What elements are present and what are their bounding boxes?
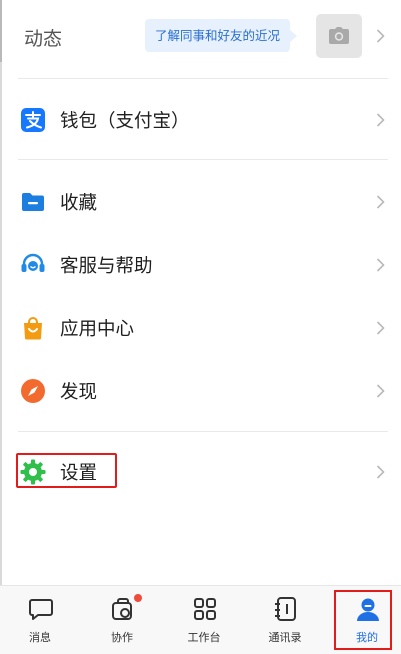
nav-label-workbench: 工作台 — [187, 631, 221, 644]
settings-highlight-box — [16, 453, 117, 488]
menu-label-customer-service: 客服与帮助 — [60, 256, 153, 277]
menu-item-favorites[interactable]: 收藏 — [0, 174, 401, 230]
chevron-right-icon — [376, 258, 385, 272]
folder-icon — [22, 193, 44, 211]
compass-icon — [21, 379, 45, 403]
nav-label-contacts: 通讯录 — [268, 631, 302, 644]
chevron-right-icon — [376, 29, 385, 43]
nav-tab-workbench[interactable]: 工作台 — [164, 586, 244, 654]
menu-item-customer-service[interactable]: 客服与帮助 — [0, 237, 401, 293]
menu-item-wallet[interactable]: 钱包（支付宝） — [0, 92, 401, 148]
chevron-right-icon — [376, 195, 385, 209]
camera-thumbnail[interactable] — [316, 14, 362, 58]
grid-icon — [194, 598, 216, 620]
headset-icon — [21, 253, 45, 272]
divider — [18, 431, 388, 432]
chevron-right-icon — [376, 113, 385, 127]
nav-label-messages: 消息 — [29, 631, 51, 644]
camera-icon — [329, 27, 349, 44]
nav-tab-messages[interactable]: 消息 — [0, 586, 80, 654]
menu-label-wallet: 钱包（支付宝） — [60, 111, 190, 132]
chevron-right-icon — [376, 321, 385, 335]
nav-tab-collaboration[interactable]: 协作 — [82, 586, 162, 654]
moments-row[interactable]: 动态 了解同事和好友的近况 — [0, 0, 401, 78]
alipay-icon — [21, 108, 45, 132]
me-tab-highlight-box — [334, 590, 392, 650]
nav-label-collaboration: 协作 — [111, 631, 133, 644]
menu-label-app-center: 应用中心 — [60, 319, 135, 340]
menu-item-discover[interactable]: 发现 — [0, 363, 401, 419]
chevron-right-icon — [376, 384, 385, 398]
menu-item-app-center[interactable]: 应用中心 — [0, 300, 401, 356]
nav-tab-contacts[interactable]: 通讯录 — [245, 586, 325, 654]
moments-label: 动态 — [24, 28, 63, 50]
divider — [18, 78, 388, 79]
menu-label-discover: 发现 — [60, 382, 98, 403]
chat-bubble-icon — [29, 599, 53, 620]
chevron-right-icon — [376, 465, 385, 479]
menu-label-favorites: 收藏 — [60, 193, 98, 214]
shopping-bag-icon — [24, 317, 42, 340]
moments-tip-bubble: 了解同事和好友的近况 — [145, 19, 298, 52]
collaboration-icon — [112, 598, 132, 620]
divider — [18, 159, 388, 160]
contacts-book-icon — [275, 597, 296, 621]
notification-badge — [134, 594, 142, 602]
